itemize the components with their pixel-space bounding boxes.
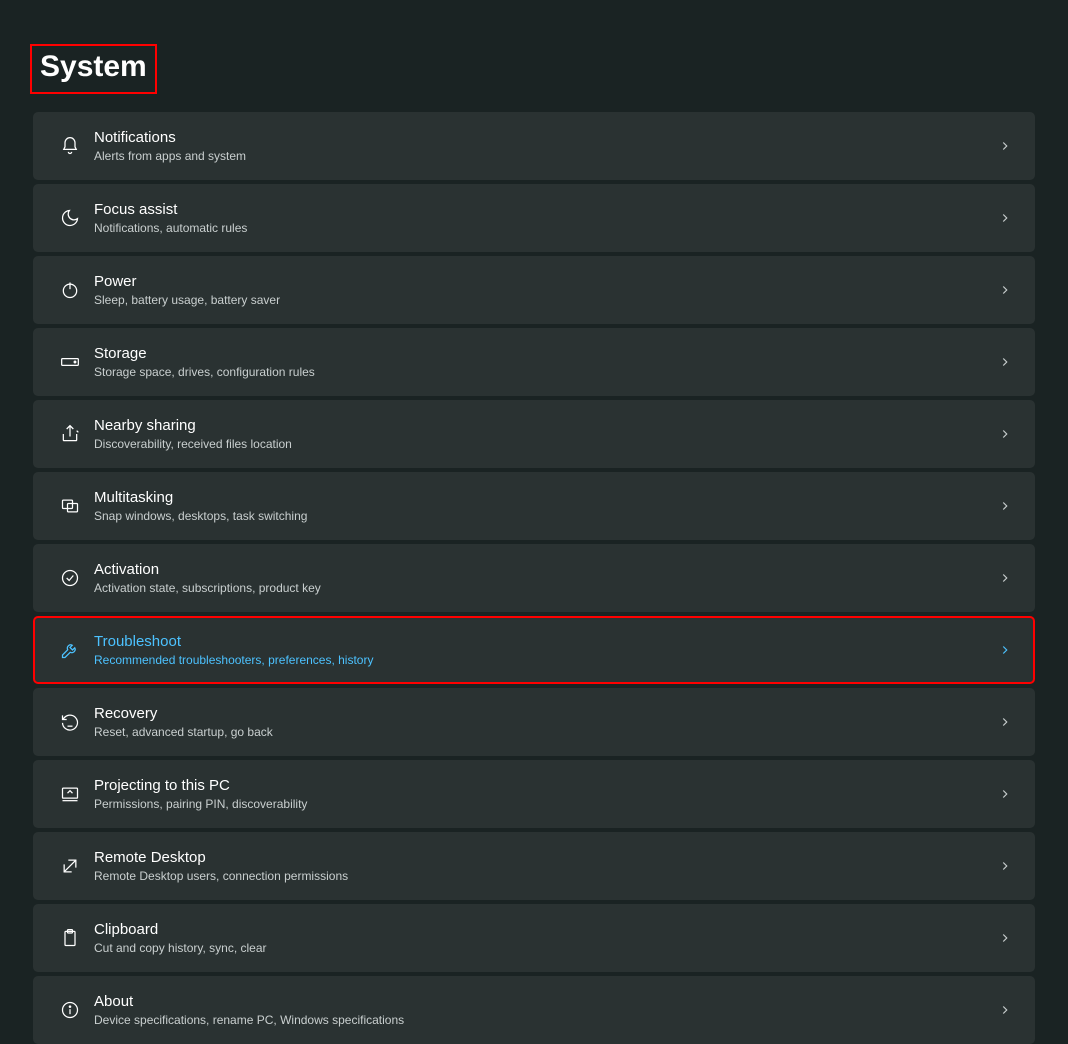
item-subtitle: Cut and copy history, sync, clear: [94, 941, 995, 956]
item-subtitle: Sleep, battery usage, battery saver: [94, 293, 995, 308]
settings-item-clipboard[interactable]: Clipboard Cut and copy history, sync, cl…: [33, 904, 1035, 972]
chevron-right-icon: [995, 568, 1015, 588]
item-title: Troubleshoot: [94, 633, 995, 651]
item-subtitle: Alerts from apps and system: [94, 149, 995, 164]
item-subtitle: Remote Desktop users, connection permiss…: [94, 869, 995, 884]
chevron-right-icon: [995, 136, 1015, 156]
item-title: Remote Desktop: [94, 849, 995, 867]
power-icon: [50, 270, 90, 310]
settings-item-remote-desktop[interactable]: Remote Desktop Remote Desktop users, con…: [33, 832, 1035, 900]
settings-item-storage[interactable]: Storage Storage space, drives, configura…: [33, 328, 1035, 396]
item-title: About: [94, 993, 995, 1011]
item-subtitle: Storage space, drives, configuration rul…: [94, 365, 995, 380]
item-title: Clipboard: [94, 921, 995, 939]
settings-item-recovery[interactable]: Recovery Reset, advanced startup, go bac…: [33, 688, 1035, 756]
settings-item-notifications[interactable]: Notifications Alerts from apps and syste…: [33, 112, 1035, 180]
chevron-right-icon: [995, 712, 1015, 732]
item-title: Focus assist: [94, 201, 995, 219]
item-title: Nearby sharing: [94, 417, 995, 435]
settings-list: Notifications Alerts from apps and syste…: [0, 112, 1068, 1044]
settings-item-troubleshoot[interactable]: Troubleshoot Recommended troubleshooters…: [33, 616, 1035, 684]
item-title: Notifications: [94, 129, 995, 147]
item-title: Activation: [94, 561, 995, 579]
chevron-right-icon: [995, 856, 1015, 876]
item-title: Storage: [94, 345, 995, 363]
drive-icon: [50, 342, 90, 382]
checkmark-circle-icon: [50, 558, 90, 598]
item-title: Projecting to this PC: [94, 777, 995, 795]
settings-item-about[interactable]: About Device specifications, rename PC, …: [33, 976, 1035, 1044]
page-title: System: [30, 44, 157, 94]
moon-icon: [50, 198, 90, 238]
chevron-right-icon: [995, 784, 1015, 804]
clipboard-icon: [50, 918, 90, 958]
item-subtitle: Notifications, automatic rules: [94, 221, 995, 236]
chevron-right-icon: [995, 640, 1015, 660]
item-subtitle: Discoverability, received files location: [94, 437, 995, 452]
chevron-right-icon: [995, 424, 1015, 444]
recovery-icon: [50, 702, 90, 742]
settings-item-projecting[interactable]: Projecting to this PC Permissions, pairi…: [33, 760, 1035, 828]
chevron-right-icon: [995, 1000, 1015, 1020]
item-title: Recovery: [94, 705, 995, 723]
settings-item-nearby-sharing[interactable]: Nearby sharing Discoverability, received…: [33, 400, 1035, 468]
settings-item-focus-assist[interactable]: Focus assist Notifications, automatic ru…: [33, 184, 1035, 252]
chevron-right-icon: [995, 928, 1015, 948]
item-subtitle: Permissions, pairing PIN, discoverabilit…: [94, 797, 995, 812]
item-subtitle: Device specifications, rename PC, Window…: [94, 1013, 995, 1028]
item-title: Power: [94, 273, 995, 291]
remote-desktop-icon: [50, 846, 90, 886]
item-title: Multitasking: [94, 489, 995, 507]
settings-item-power[interactable]: Power Sleep, battery usage, battery save…: [33, 256, 1035, 324]
chevron-right-icon: [995, 352, 1015, 372]
item-subtitle: Recommended troubleshooters, preferences…: [94, 653, 995, 668]
chevron-right-icon: [995, 208, 1015, 228]
chevron-right-icon: [995, 496, 1015, 516]
bell-icon: [50, 126, 90, 166]
windows-icon: [50, 486, 90, 526]
settings-item-activation[interactable]: Activation Activation state, subscriptio…: [33, 544, 1035, 612]
item-subtitle: Snap windows, desktops, task switching: [94, 509, 995, 524]
info-icon: [50, 990, 90, 1030]
item-subtitle: Reset, advanced startup, go back: [94, 725, 995, 740]
wrench-icon: [50, 630, 90, 670]
settings-item-multitasking[interactable]: Multitasking Snap windows, desktops, tas…: [33, 472, 1035, 540]
item-subtitle: Activation state, subscriptions, product…: [94, 581, 995, 596]
chevron-right-icon: [995, 280, 1015, 300]
share-icon: [50, 414, 90, 454]
project-icon: [50, 774, 90, 814]
